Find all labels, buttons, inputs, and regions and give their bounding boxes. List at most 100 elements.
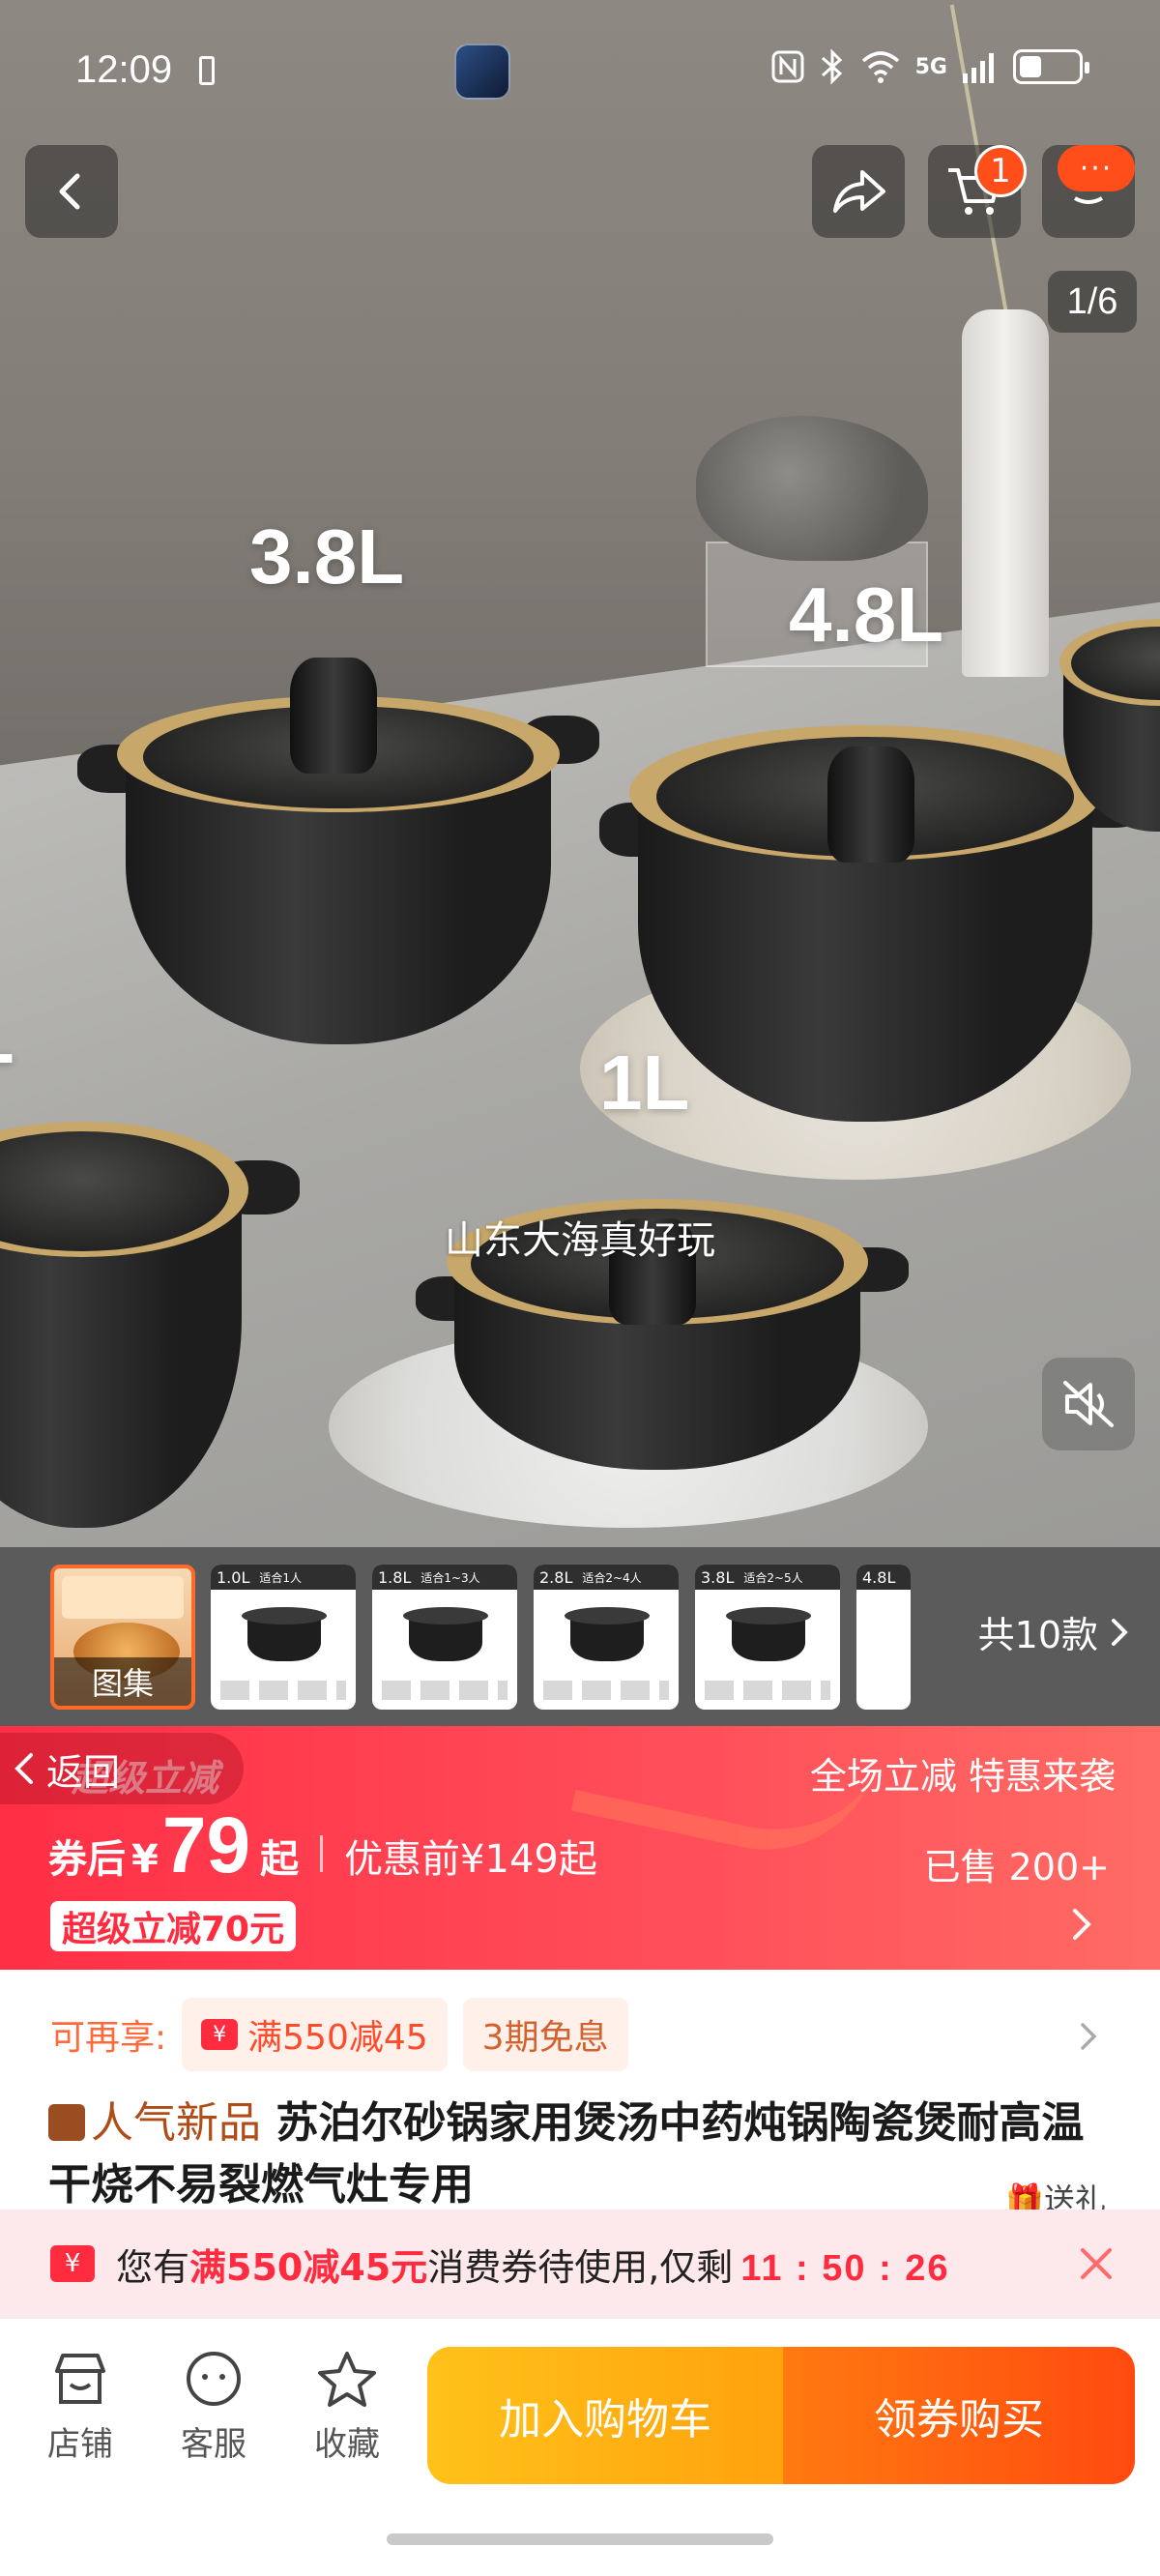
chevron-left-icon	[14, 1753, 33, 1784]
cart-count-badge: 1	[974, 145, 1027, 197]
coupon-icon: ¥	[50, 2245, 95, 2282]
variant-pot-image	[403, 1607, 488, 1661]
coupon-notice[interactable]: ¥ 您有满550减45元消费券待使用,仅剩 11 : 50 : 26	[0, 2210, 1160, 2318]
customer-service-button[interactable]: 客服	[160, 2350, 267, 2465]
network-type: 5G	[914, 54, 947, 79]
share-icon	[833, 170, 885, 213]
variant-specs	[705, 1681, 830, 1700]
original-price: 优惠前¥149起	[344, 1837, 597, 1882]
size-label: 4.8L	[789, 571, 944, 658]
vase	[962, 309, 1049, 677]
variant-pot-image	[242, 1607, 327, 1661]
clay-pot-partial	[1059, 609, 1160, 832]
variant-label: 1.0L 适合1人	[211, 1565, 356, 1590]
app-thumbnail-icon	[454, 44, 510, 100]
clay-pot-4-8l	[599, 716, 1150, 1122]
home-indicator[interactable]	[387, 2533, 773, 2545]
nfc-icon	[771, 50, 804, 83]
speaker-muted-icon	[1063, 1381, 1114, 1427]
price-suffix: 起	[260, 1837, 300, 1882]
chevron-left-icon	[59, 173, 80, 210]
installment-chip[interactable]: 3期免息	[462, 1998, 628, 2071]
variant-label: 4.8L	[856, 1565, 911, 1590]
box-icon	[48, 2104, 85, 2141]
benefit-lead: 可再享:	[50, 2018, 167, 2058]
variant-pot-image	[726, 1607, 811, 1661]
product-tag: 人气新品	[91, 2098, 261, 2148]
variant-total-label: 共10款	[977, 1614, 1098, 1656]
status-time: 12:09	[75, 48, 173, 91]
buy-with-coupon-button[interactable]: 领券购买	[783, 2347, 1135, 2484]
store-icon	[55, 2354, 105, 2404]
price-amount: 79	[161, 1801, 251, 1889]
variant-label: 1.8L 适合1~3人	[372, 1565, 517, 1590]
clay-pot-partial	[0, 1102, 300, 1528]
battery-saver-icon	[199, 56, 215, 85]
variant-thumb[interactable]: 1.0L 适合1人	[211, 1565, 356, 1710]
variant-thumb[interactable]: 1.8L 适合1~3人	[372, 1565, 517, 1710]
notice-highlight: 满550减45元	[189, 2245, 428, 2289]
promo-banner	[62, 1576, 184, 1619]
return-button[interactable]: 返回	[0, 1733, 244, 1804]
price-row: 券后 ¥ 79 起 优惠前¥149起	[48, 1800, 597, 1891]
variant-gallery-thumb[interactable]: 图集	[50, 1565, 195, 1710]
return-label: 返回	[46, 1750, 121, 1794]
share-button[interactable]	[812, 145, 905, 238]
store-button[interactable]: 店铺	[27, 2350, 133, 2465]
after-coupon-label: 券后	[48, 1837, 126, 1882]
size-label: L	[0, 992, 14, 1081]
back-button[interactable]	[25, 145, 118, 238]
currency-symbol: ¥	[131, 1837, 159, 1882]
star-icon	[318, 2352, 376, 2407]
chevron-right-icon	[1112, 1618, 1128, 1646]
coupon-icon: ¥	[201, 2019, 239, 2050]
variant-thumb[interactable]: 4.8L	[856, 1565, 911, 1710]
variant-specs	[543, 1681, 669, 1700]
variant-specs	[382, 1681, 508, 1700]
status-bar: 12:09 5G	[0, 0, 1160, 145]
bluetooth-icon	[821, 48, 842, 85]
size-label: 1L	[599, 1039, 690, 1126]
product-title: 人气新品 苏泊尔砂锅家用煲汤中药炖锅陶瓷煲耐高温干烧不易裂燃气灶专用	[48, 2093, 1121, 2209]
promo-slogan: 全场立减 特惠来袭	[809, 1755, 1116, 1798]
store-label: 店铺	[47, 2425, 113, 2464]
notice-suffix: 消费券待使用,仅剩	[427, 2245, 734, 2289]
size-label: 3.8L	[249, 513, 405, 600]
service-icon	[187, 2352, 241, 2406]
coupon-chip[interactable]: ¥ 满550减45	[182, 1998, 448, 2071]
notice-prefix: 您有	[116, 2245, 190, 2289]
mute-button[interactable]	[1042, 1358, 1135, 1450]
variant-specs	[220, 1681, 346, 1700]
add-to-cart-button[interactable]: 加入购物车	[427, 2347, 783, 2484]
variant-label: 3.8L 适合2~5人	[695, 1565, 840, 1590]
service-label: 客服	[181, 2425, 246, 2464]
discount-tag: 超级立减70元	[50, 1901, 297, 1951]
clay-pot-3-8l	[77, 658, 599, 1044]
gallery-label: 图集	[54, 1657, 191, 1706]
variant-label: 2.8L 适合2~4人	[534, 1565, 679, 1590]
favorite-label: 收藏	[314, 2425, 380, 2464]
wifi-icon	[861, 51, 899, 83]
price-divider	[320, 1835, 324, 1872]
watermark-text: 山东大海真好玩	[445, 1218, 715, 1263]
variant-total-link[interactable]: 共10款	[978, 1605, 1131, 1658]
signal-icon	[963, 53, 994, 83]
benefit-row[interactable]: 可再享: ¥ 满550减45 3期免息	[50, 1998, 628, 2071]
coupon-chip-label: 满550减45	[247, 2018, 428, 2058]
installment-chip-label: 3期免息	[481, 2018, 609, 2058]
more-dots-badge: ···	[1058, 145, 1135, 191]
variant-pot-image	[565, 1607, 650, 1661]
system-icons: 5G	[770, 48, 1089, 85]
variant-thumb[interactable]: 2.8L 适合2~4人	[534, 1565, 679, 1710]
countdown-timer: 11 : 50 : 26	[740, 2247, 950, 2289]
chevron-right-icon[interactable]	[1071, 2019, 1106, 2054]
battery-icon	[1013, 49, 1089, 84]
notice-text: 您有满550减45元消费券待使用,仅剩 11 : 50 : 26	[116, 2238, 950, 2291]
chevron-right-icon[interactable]	[1061, 1903, 1104, 1946]
image-counter: 1/6	[1048, 271, 1137, 333]
favorite-button[interactable]: 收藏	[294, 2350, 400, 2465]
decor-stone	[696, 416, 928, 561]
sold-count: 已售 200+	[923, 1846, 1110, 1888]
variant-thumb[interactable]: 3.8L 适合2~5人	[695, 1565, 840, 1710]
close-icon[interactable]	[1071, 2239, 1121, 2289]
